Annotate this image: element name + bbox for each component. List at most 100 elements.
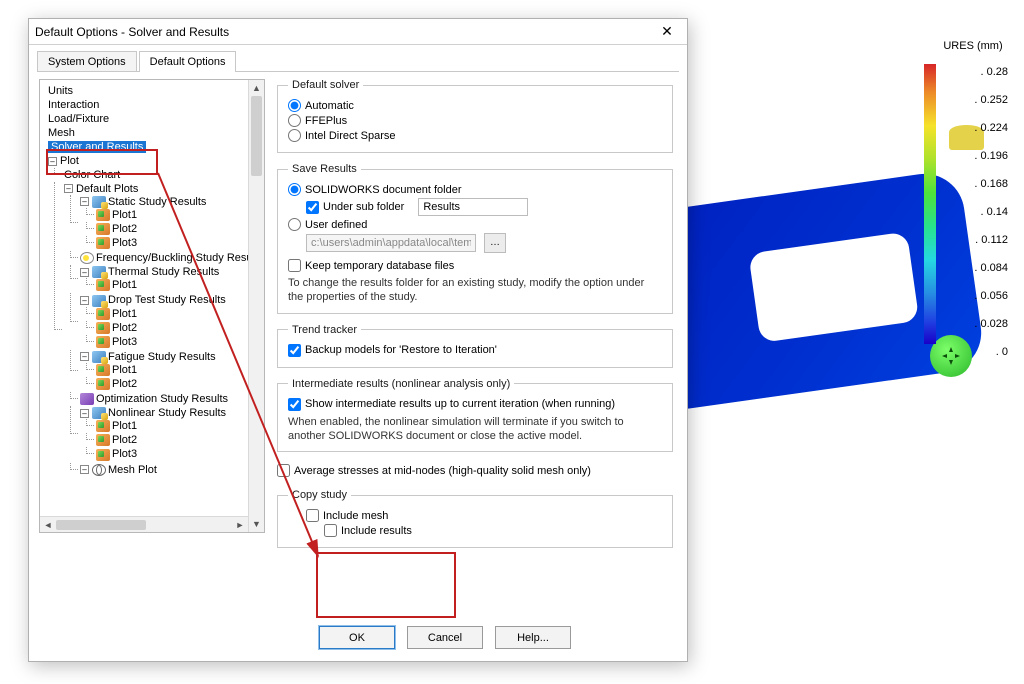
checkbox-input[interactable]	[288, 398, 301, 411]
subfolder-input[interactable]	[418, 198, 528, 216]
scroll-left-icon[interactable]: ◄	[40, 520, 56, 530]
tree-node-plot3[interactable]: Plot3	[112, 237, 137, 249]
tree-node-plot2[interactable]: Plot2	[112, 378, 137, 390]
checkbox-input[interactable]	[324, 524, 337, 537]
radio-automatic[interactable]: Automatic	[288, 99, 662, 112]
checkbox-backup-models[interactable]: Backup models for 'Restore to Iteration'	[288, 344, 662, 357]
tree-collapse-icon[interactable]: –	[80, 465, 89, 474]
plot-icon	[96, 237, 110, 249]
tree-node-plot3[interactable]: Plot3	[112, 336, 137, 348]
label-under-sub-folder: Under sub folder	[323, 201, 404, 213]
legend-tick: 0.084	[974, 262, 1008, 274]
tree-node-plot3[interactable]: Plot3	[112, 449, 137, 461]
legend-tick: 0.224	[974, 122, 1008, 134]
tree-node-color-chart[interactable]: Color Chart	[64, 169, 120, 181]
checkbox-average-stresses[interactable]: Average stresses at mid-nodes (high-qual…	[277, 464, 673, 477]
tree-node-interaction[interactable]: Interaction	[48, 99, 99, 111]
checkbox-include-results[interactable]: Include results	[324, 524, 662, 537]
tree-node-mesh-plot[interactable]: Mesh Plot	[108, 464, 157, 476]
scroll-up-icon[interactable]: ▲	[249, 80, 264, 96]
copy-study-group: Copy study Include mesh Include results	[277, 489, 673, 548]
radio-input[interactable]	[288, 129, 301, 142]
radio-input[interactable]	[288, 218, 301, 231]
tree-vertical-scrollbar[interactable]: ▲ ▼	[248, 80, 264, 532]
optimization-icon	[80, 393, 94, 405]
tab-default-options[interactable]: Default Options	[139, 51, 237, 72]
tree-node-optimization[interactable]: Optimization Study Results	[96, 393, 228, 405]
group-legend: Trend tracker	[288, 324, 361, 336]
help-button[interactable]: Help...	[495, 626, 571, 649]
tree-node-plot1[interactable]: Plot1	[112, 420, 137, 432]
tree-node-thermal[interactable]: Thermal Study Results	[108, 266, 219, 278]
checkbox-input[interactable]	[306, 509, 319, 522]
tree-node-plot[interactable]: Plot	[60, 156, 79, 168]
tree-collapse-icon[interactable]: –	[48, 157, 57, 166]
tree-node-drop[interactable]: Drop Test Study Results	[108, 295, 226, 307]
radio-ffeplus[interactable]: FFEPlus	[288, 114, 662, 127]
checkbox-input[interactable]	[277, 464, 290, 477]
legend-tick: 0.14	[980, 206, 1008, 218]
legend-title: URES (mm)	[938, 40, 1008, 52]
scroll-thumb[interactable]	[251, 96, 262, 176]
scroll-right-icon[interactable]: ►	[232, 520, 248, 530]
close-icon[interactable]: ✕	[653, 22, 681, 42]
tree-node-plot2[interactable]: Plot2	[112, 223, 137, 235]
tree-node-plot2[interactable]: Plot2	[112, 322, 137, 334]
intermediate-results-group: Intermediate results (nonlinear analysis…	[277, 378, 673, 453]
checkbox-show-intermediate[interactable]: Show intermediate results up to current …	[288, 398, 662, 411]
scroll-down-icon[interactable]: ▼	[249, 516, 264, 532]
tree-collapse-icon[interactable]: –	[80, 409, 89, 418]
dialog-titlebar[interactable]: Default Options - Solver and Results ✕	[29, 19, 687, 45]
tree-collapse-icon[interactable]: –	[80, 352, 89, 361]
tree-collapse-icon[interactable]: –	[80, 197, 89, 206]
browse-button[interactable]: …	[484, 233, 506, 253]
radio-sw-doc-folder[interactable]: SOLIDWORKS document folder	[288, 183, 662, 196]
tree-node-plot1[interactable]: Plot1	[112, 279, 137, 291]
radio-input[interactable]	[288, 183, 301, 196]
tree-node-fatigue[interactable]: Fatigue Study Results	[108, 351, 216, 363]
checkbox-input[interactable]	[288, 344, 301, 357]
tree-node-load-fixture[interactable]: Load/Fixture	[48, 113, 109, 125]
tree-horizontal-scrollbar[interactable]: ◄ ►	[40, 516, 248, 532]
tree-node-static[interactable]: Static Study Results	[108, 196, 206, 208]
checkbox-input[interactable]	[288, 259, 301, 272]
tree-node-plot2[interactable]: Plot2	[112, 434, 137, 446]
tree-node-plot1[interactable]: Plot1	[112, 364, 137, 376]
radio-intel-direct-sparse[interactable]: Intel Direct Sparse	[288, 129, 662, 142]
plot-icon	[96, 434, 110, 446]
radio-input[interactable]	[288, 99, 301, 112]
checkbox-include-mesh[interactable]: Include mesh	[306, 509, 662, 522]
tree-collapse-icon[interactable]: –	[80, 268, 89, 277]
tree-collapse-icon[interactable]: –	[80, 296, 89, 305]
tree-node-mesh[interactable]: Mesh	[48, 127, 75, 139]
tree-node-solver-results[interactable]: Solver and Results	[48, 141, 146, 153]
group-legend: Default solver	[288, 79, 363, 91]
tree-node-nonlinear[interactable]: Nonlinear Study Results	[108, 407, 226, 419]
legend-colorbar	[924, 64, 936, 344]
color-legend: URES (mm) 0.28 0.252 0.224 0.196 0.168 0…	[938, 40, 1008, 366]
plot-icon	[96, 209, 110, 221]
tree-node-default-plots[interactable]: Default Plots	[76, 183, 138, 195]
group-legend: Save Results	[288, 163, 361, 175]
cancel-button[interactable]: Cancel	[407, 626, 483, 649]
radio-user-defined[interactable]: User defined	[288, 218, 662, 231]
settings-pane: Default solver Automatic FFEPlus Intel D…	[277, 79, 677, 616]
plot-icon	[96, 378, 110, 390]
ok-button[interactable]: OK	[319, 626, 395, 649]
group-legend: Copy study	[288, 489, 351, 501]
tree-node-plot1[interactable]: Plot1	[112, 308, 137, 320]
checkbox-keep-temp[interactable]: Keep temporary database files	[288, 259, 662, 272]
checkbox-under-sub-folder[interactable]	[306, 201, 319, 214]
tree-node-units[interactable]: Units	[48, 85, 73, 97]
tree-node-frequency[interactable]: Frequency/Buckling Study Results	[96, 252, 264, 264]
radio-input[interactable]	[288, 114, 301, 127]
legend-tick: 0.28	[980, 66, 1008, 78]
default-solver-group: Default solver Automatic FFEPlus Intel D…	[277, 79, 673, 153]
options-tree[interactable]: Units Interaction Load/Fixture Mesh Solv…	[40, 84, 264, 479]
intermediate-note: When enabled, the nonlinear simulation w…	[288, 415, 662, 444]
scroll-thumb[interactable]	[56, 520, 146, 530]
tree-collapse-icon[interactable]: –	[64, 184, 73, 193]
tab-system-options[interactable]: System Options	[37, 51, 137, 72]
tree-node-plot1[interactable]: Plot1	[112, 209, 137, 221]
plot-icon	[96, 223, 110, 235]
